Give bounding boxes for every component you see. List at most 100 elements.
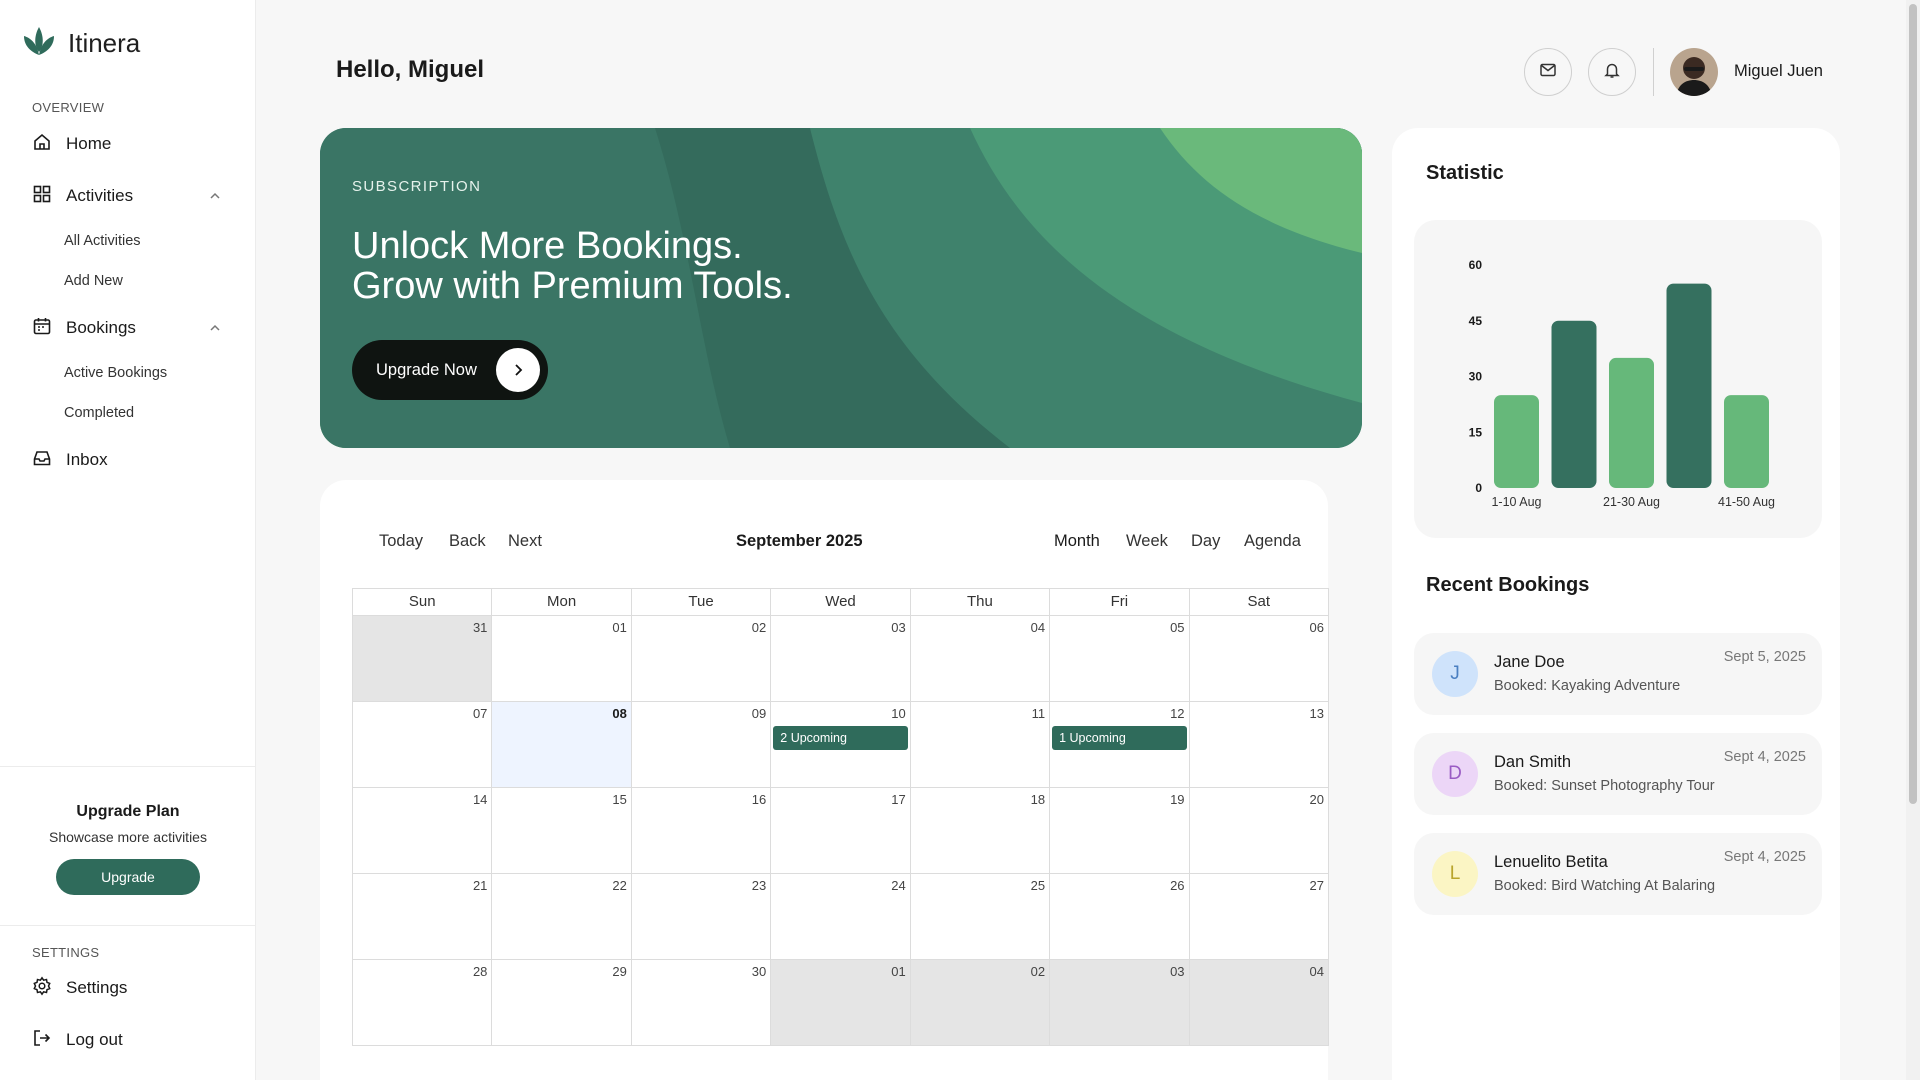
brand[interactable]: Itinera bbox=[22, 26, 140, 61]
calendar-day-cell[interactable]: 18 bbox=[911, 788, 1051, 873]
calendar-day-cell-today[interactable]: 08 bbox=[492, 702, 632, 787]
calendar-back-button[interactable]: Back bbox=[449, 532, 486, 551]
calendar-event[interactable]: 2 Upcoming bbox=[773, 726, 908, 750]
calendar-event[interactable]: 1 Upcoming bbox=[1052, 726, 1187, 750]
calendar-day-number: 13 bbox=[1309, 706, 1324, 721]
calendar-day-cell[interactable]: 17 bbox=[771, 788, 911, 873]
sidebar-item-settings[interactable]: Settings bbox=[32, 970, 228, 1006]
calendar-day-cell[interactable]: 01 bbox=[492, 616, 632, 701]
calendar-day-cell[interactable]: 25 bbox=[911, 874, 1051, 959]
calendar-day-number: 02 bbox=[1030, 964, 1046, 979]
booking-card[interactable]: L Lenuelito Betita Booked: Bird Watching A… bbox=[1414, 833, 1822, 915]
calendar-view-month[interactable]: Month bbox=[1054, 532, 1100, 551]
calendar-day-cell[interactable]: 01 bbox=[771, 960, 911, 1045]
calendar-day-number: 12 bbox=[1170, 706, 1185, 721]
mail-button[interactable] bbox=[1524, 48, 1572, 96]
calendar-day-cell[interactable]: 20 bbox=[1190, 788, 1328, 873]
calendar-day-cell[interactable]: 15 bbox=[492, 788, 632, 873]
sidebar-item-logout[interactable]: Log out bbox=[32, 1022, 228, 1058]
sidebar-item-bookings[interactable]: Bookings bbox=[32, 310, 228, 346]
calendar-day-cell[interactable]: 12 1 Upcoming bbox=[1050, 702, 1190, 787]
calendar-day-cell[interactable]: 16 bbox=[632, 788, 772, 873]
calendar-day-cell[interactable]: 21 bbox=[353, 874, 493, 959]
booking-detail: Booked: Kayaking Adventure bbox=[1494, 678, 1681, 694]
calendar-week-row: 14 15 16 17 18 19 20 bbox=[352, 788, 1329, 874]
calendar-day-cell[interactable]: 13 bbox=[1190, 702, 1328, 787]
section-label-overview: OVERVIEW bbox=[32, 100, 105, 115]
booking-name: Lenuelito Betita bbox=[1494, 853, 1608, 871]
calendar-day-number: 01 bbox=[612, 620, 627, 635]
calendar-day-cell[interactable]: 31 bbox=[353, 616, 493, 701]
calendar-day-number: 09 bbox=[751, 706, 767, 721]
weekday-label: Mon bbox=[492, 589, 632, 615]
calendar-day-cell[interactable]: 07 bbox=[353, 702, 493, 787]
calendar-day-cell[interactable]: 03 bbox=[771, 616, 911, 701]
calendar-day-cell[interactable]: 19 bbox=[1050, 788, 1190, 873]
sidebar-subitem-completed[interactable]: Completed bbox=[64, 405, 134, 421]
sidebar-subitem-add-new[interactable]: Add New bbox=[64, 273, 123, 289]
chart-bar[interactable] bbox=[1724, 395, 1769, 488]
booking-name: Jane Doe bbox=[1494, 653, 1565, 671]
upgrade-now-button[interactable]: Upgrade Now bbox=[352, 340, 548, 400]
chart-bar[interactable] bbox=[1551, 320, 1597, 488]
booking-card[interactable]: D Dan Smith Booked: Sunset Photography Tou… bbox=[1414, 733, 1822, 815]
calendar-day-number: 14 bbox=[472, 792, 488, 807]
calendar-day-number: 02 bbox=[751, 620, 767, 635]
calendar-day-cell[interactable]: 02 bbox=[910, 960, 1051, 1045]
calendar-day-cell[interactable]: 24 bbox=[771, 874, 911, 959]
calendar-day-cell[interactable]: 23 bbox=[632, 874, 772, 959]
sidebar-item-home[interactable]: Home bbox=[32, 126, 228, 162]
recent-bookings-title: Recent Bookings bbox=[1426, 574, 1590, 596]
booking-detail: Booked: Bird Watching At Balaring bbox=[1494, 878, 1716, 894]
calendar-day-cell[interactable]: 02 bbox=[632, 616, 772, 701]
calendar-day-number: 04 bbox=[1030, 620, 1046, 635]
calendar-week-row: 21 22 23 24 25 26 27 bbox=[352, 874, 1329, 960]
sidebar-subitem-all-activities[interactable]: All Activities bbox=[64, 233, 141, 249]
calendar-day-cell[interactable]: 10 2 Upcoming bbox=[771, 702, 911, 787]
booking-avatar: L bbox=[1432, 851, 1478, 897]
calendar-view-day[interactable]: Day bbox=[1191, 532, 1220, 551]
calendar-day-cell[interactable]: 29 bbox=[492, 960, 632, 1045]
sidebar-item-activities[interactable]: Activities bbox=[32, 178, 228, 214]
calendar-day-cell[interactable]: 05 bbox=[1050, 616, 1190, 701]
calendar-today-button[interactable]: Today bbox=[379, 532, 423, 551]
calendar-day-cell[interactable]: 04 bbox=[1189, 960, 1328, 1045]
calendar-next-button[interactable]: Next bbox=[508, 532, 542, 551]
calendar-day-number: 01 bbox=[891, 964, 906, 979]
y-tick-label: 45 bbox=[1469, 314, 1483, 328]
calendar-week-row: 28 29 30 01 02 03 04 bbox=[352, 960, 1329, 1046]
chart-bar[interactable] bbox=[1666, 283, 1712, 488]
chevron-up-icon[interactable] bbox=[208, 188, 222, 208]
calendar-day-cell[interactable]: 03 bbox=[1050, 960, 1190, 1045]
calendar-day-cell[interactable]: 04 bbox=[911, 616, 1051, 701]
calendar-day-cell[interactable]: 28 bbox=[353, 960, 493, 1045]
scrollbar-thumb[interactable] bbox=[1909, 4, 1917, 804]
sidebar-subitem-active-bookings[interactable]: Active Bookings bbox=[64, 365, 167, 381]
notifications-button[interactable] bbox=[1588, 48, 1636, 96]
page-scrollbar[interactable] bbox=[1906, 0, 1920, 1080]
header-divider bbox=[1653, 48, 1654, 96]
upgrade-now-label: Upgrade Now bbox=[376, 360, 477, 379]
upgrade-button[interactable]: Upgrade bbox=[56, 859, 200, 895]
chart-bar[interactable] bbox=[1609, 357, 1654, 488]
calendar-day-cell[interactable]: 14 bbox=[353, 788, 493, 873]
calendar-day-cell[interactable]: 26 bbox=[1050, 874, 1190, 959]
calendar-day-cell[interactable]: 27 bbox=[1190, 874, 1328, 959]
calendar-day-cell[interactable]: 22 bbox=[492, 874, 632, 959]
greeting-title: Hello, Miguel bbox=[336, 56, 485, 83]
avatar[interactable] bbox=[1670, 48, 1718, 96]
calendar-view-agenda[interactable]: Agenda bbox=[1244, 532, 1301, 551]
sidebar-item-inbox[interactable]: Inbox bbox=[32, 442, 228, 478]
calendar-day-cell[interactable]: 11 bbox=[911, 702, 1051, 787]
calendar-day-cell[interactable]: 09 bbox=[632, 702, 772, 787]
upgrade-plan-title: Upgrade Plan bbox=[76, 803, 180, 820]
booking-card[interactable]: J Jane Doe Booked: Kayaking Adventure Sept … bbox=[1414, 633, 1822, 715]
chevron-up-icon[interactable] bbox=[208, 320, 222, 340]
calendar-day-cell[interactable]: 06 bbox=[1190, 616, 1328, 701]
calendar-day-number: 15 bbox=[612, 792, 627, 807]
x-tick-label: 1-10 Aug bbox=[1491, 495, 1541, 509]
user-name[interactable]: Miguel Juen bbox=[1734, 62, 1823, 81]
calendar-view-week[interactable]: Week bbox=[1126, 532, 1168, 551]
chart-bar[interactable] bbox=[1494, 395, 1539, 488]
calendar-day-cell[interactable]: 30 bbox=[632, 960, 772, 1045]
